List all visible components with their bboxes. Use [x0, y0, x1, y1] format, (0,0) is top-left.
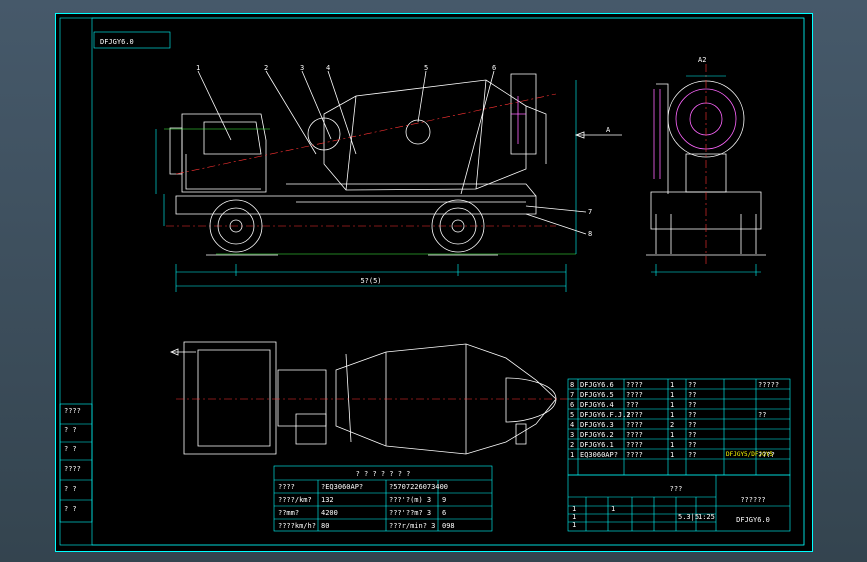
- bom-cell-0-0: 8: [570, 381, 574, 389]
- overall-length-dim: 5?(5): [360, 277, 381, 285]
- bom-cell-1-2: ????: [626, 391, 643, 399]
- bom-cell-3-0: 5: [570, 411, 574, 419]
- balloon-1: 1: [196, 64, 200, 72]
- balloon-5: 5: [424, 64, 428, 72]
- bom-cell-1-4: ??: [688, 391, 696, 399]
- cad-viewport[interactable]: DFJGY6.0 5?(5) 1 2 3 4 5 6 7 8 A2 A ????…: [55, 13, 813, 552]
- bom-cell-6-4: ??: [688, 441, 696, 449]
- sheet-num-2: 1: [572, 513, 576, 521]
- title-scale-b: 1:25: [698, 513, 715, 521]
- spec-r1c3: ?5707226073400: [389, 483, 448, 491]
- left-block-4: ????: [64, 465, 81, 473]
- title-scale-a: 5.3|5: [678, 513, 699, 521]
- bom-cell-0-3: 1: [670, 381, 674, 389]
- left-info-block: ???? ? ? ? ? ???? ? ? ? ?: [59, 403, 93, 523]
- bom-cell-0-2: ????: [626, 381, 643, 389]
- arrow-label: A: [606, 126, 611, 134]
- stamp-text: DFJGY6.0: [100, 38, 134, 46]
- bom-cell-7-3: 1: [670, 451, 674, 459]
- spec-r3c1: ??mm?: [278, 509, 299, 517]
- bom-cell-3-2: ????: [626, 411, 643, 419]
- bom-cell-2-2: ???: [626, 401, 639, 409]
- balloon-7: 7: [588, 208, 592, 216]
- bom-cell-4-2: ????: [626, 421, 643, 429]
- title-block: ??? ?????? DFJGY6.0 5.3|5 1:25 1 1 1 1: [567, 474, 791, 532]
- sheet-num-4: 1: [611, 505, 615, 513]
- bom-cell-2-3: 1: [670, 401, 674, 409]
- bom-cell-5-2: ????: [626, 431, 643, 439]
- bom-cell-0-4: ??: [688, 381, 696, 389]
- bom-cell-6-3: 1: [670, 441, 674, 449]
- title-name: ???: [670, 485, 683, 493]
- bom-cell-7-0: 1: [570, 451, 574, 459]
- balloon-3: 3: [300, 64, 304, 72]
- bom-cell-2-4: ??: [688, 401, 696, 409]
- spec-r2c4: 9: [442, 496, 446, 504]
- bom-cell-5-4: ??: [688, 431, 696, 439]
- title-unit: ??????: [740, 496, 765, 504]
- bom-cell-2-1: DFJGY6.4: [580, 401, 614, 409]
- bom-cell-1-1: DFJGY6.5: [580, 391, 614, 399]
- bom-cell-6-1: DFJGY6.1: [580, 441, 614, 449]
- bom-cell-6-2: ????: [626, 441, 643, 449]
- bom-cell-4-1: DFJGY6.3: [580, 421, 614, 429]
- spec-r4c3: ???r/min? 3: [389, 522, 435, 530]
- bom-cell-0-5: ?????: [758, 381, 779, 389]
- spec-r1c1: ????: [278, 483, 295, 491]
- bom-cell-7-4: ??: [688, 451, 696, 459]
- bom-cell-5-1: DFJGY6.2: [580, 431, 614, 439]
- bom-rows: 8 DFJGY6.6???? 1?? ????? 7 DFJGY6.5???? 1 ?? 6 DF…: [570, 381, 779, 459]
- spec-r3c2: 4200: [321, 509, 338, 517]
- rear-view: A2 A: [574, 56, 766, 276]
- engineering-drawing: DFJGY6.0 5?(5) 1 2 3 4 5 6 7 8 A2 A ????…: [59, 17, 805, 546]
- bom-cell-3-3: 1: [670, 411, 674, 419]
- bom-cell-5-0: 3: [570, 431, 574, 439]
- bom-cell-0-1: DFJGY6.6: [580, 381, 614, 389]
- bom-cell-7-1: EQ3060AP?: [580, 451, 618, 459]
- spec-r3c3: ???'??m? 3: [389, 509, 431, 517]
- left-block-6: ? ?: [64, 505, 77, 513]
- bom-cell-1-3: 1: [670, 391, 674, 399]
- left-block-2: ? ?: [64, 426, 77, 434]
- sheet-num-1: 1: [572, 505, 576, 513]
- bom-cell-3-1: DFJGY6.F.J.2: [580, 411, 631, 419]
- bom-cell-4-3: 2: [670, 421, 674, 429]
- balloon-6: 6: [492, 64, 496, 72]
- bom-cell-3-5: ??: [758, 411, 766, 419]
- bom-cell-3-4: ??: [688, 411, 696, 419]
- spec-r2c2: 132: [321, 496, 334, 504]
- bom-cell-5-3: 1: [670, 431, 674, 439]
- spec-r3c4: 6: [442, 509, 446, 517]
- left-block-1: ????: [64, 407, 81, 415]
- spec-r2c1: ????/km?: [278, 496, 312, 504]
- view-label: A2: [698, 56, 706, 64]
- title-drawing-no: DFJGY6.0: [736, 516, 770, 524]
- bom-cell-7-2: ????: [626, 451, 643, 459]
- balloon-2: 2: [264, 64, 268, 72]
- bom-cell-4-4: ??: [688, 421, 696, 429]
- bom-cell-7-5: ????: [758, 451, 775, 459]
- spec-r1c2: ?EQ3060AP?: [321, 483, 363, 491]
- bom-cell-2-0: 6: [570, 401, 574, 409]
- bom-cell-6-0: 2: [570, 441, 574, 449]
- left-block-3: ? ?: [64, 445, 77, 453]
- spec-r4c4: 098: [442, 522, 455, 530]
- spec-r4c1: ????km/h?: [278, 522, 316, 530]
- spec-title: ? ? ? ? ? ? ?: [356, 470, 411, 478]
- bom-cell-1-0: 7: [570, 391, 574, 399]
- spec-table: ? ? ? ? ? ? ? ???? ?EQ3060AP? ?570722607…: [273, 465, 493, 532]
- top-view: [169, 341, 576, 455]
- spec-r2c3: ???'?(m) 3: [389, 496, 431, 504]
- balloon-8: 8: [588, 230, 592, 238]
- side-view: 5?(5) 1 2 3 4 5 6 7 8: [155, 64, 592, 292]
- spec-r4c2: 80: [321, 522, 329, 530]
- left-block-5: ? ?: [64, 485, 77, 493]
- balloon-4: 4: [326, 64, 330, 72]
- sheet-num-3: 1: [572, 521, 576, 529]
- bom-cell-4-0: 4: [570, 421, 574, 429]
